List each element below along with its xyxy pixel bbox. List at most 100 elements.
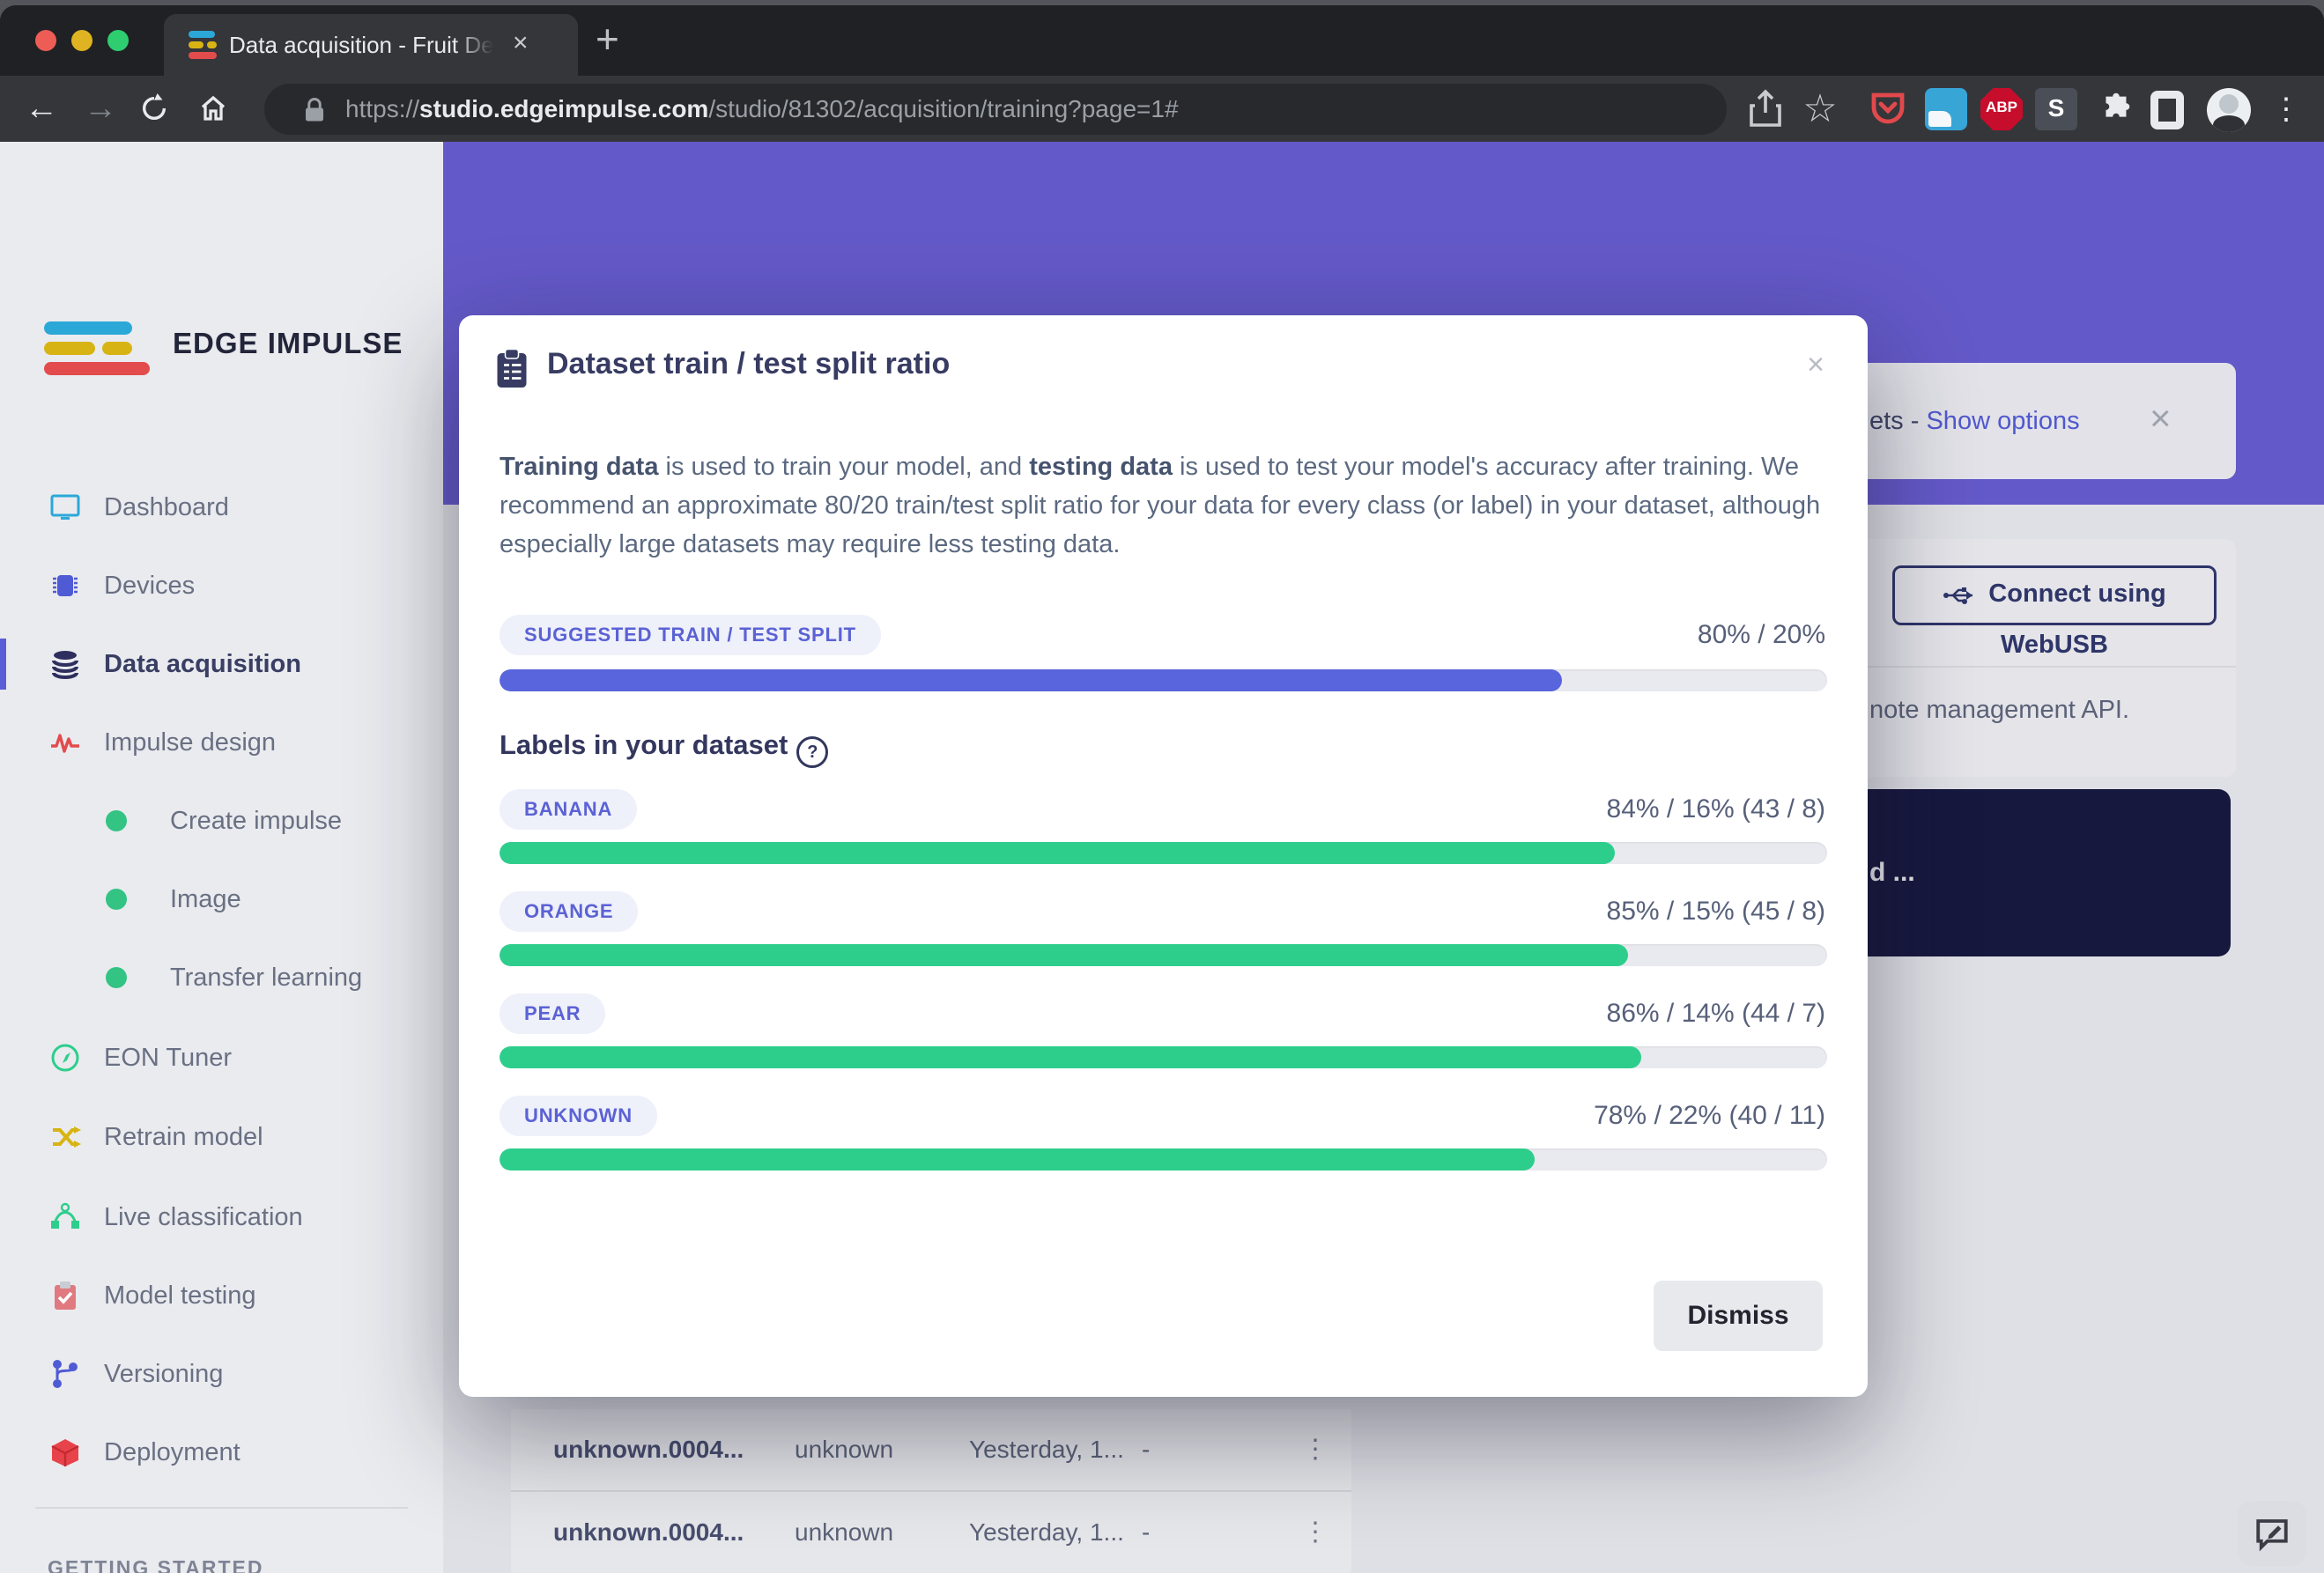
traffic-close-button[interactable]: [35, 30, 56, 51]
desc-text: is used to train your model, and: [658, 453, 1029, 481]
sidebar-item-eon-tuner[interactable]: EON Tuner: [0, 1032, 443, 1083]
sidebar-item-data-acquisition[interactable]: Data acquisition: [0, 639, 443, 690]
banner-text-fragment: ets -: [1869, 407, 1926, 435]
suggested-split-bar: [500, 669, 1827, 691]
pulse-icon: [49, 727, 81, 758]
label-fill-pear: [500, 1046, 1641, 1068]
sidebar-item-label: Devices: [104, 560, 195, 611]
sidebar-item-label: Dashboard: [104, 482, 229, 533]
label-bar-orange: [500, 944, 1827, 966]
sidebar-toggle-button[interactable]: [2150, 91, 2184, 129]
tab-close-icon[interactable]: ×: [513, 14, 529, 76]
label-value-unknown: 78% / 22% (40 / 11): [1594, 1096, 1825, 1136]
modal-title: Dataset train / test split ratio: [547, 347, 950, 381]
label-value-banana: 84% / 16% (43 / 8): [1607, 789, 1825, 830]
green-dot-icon: [106, 967, 127, 988]
s-extension-button[interactable]: S: [2035, 88, 2077, 130]
clipboard-icon: [496, 349, 528, 389]
banner-close-icon[interactable]: ×: [2150, 363, 2172, 479]
labels-heading: Labels in your dataset?: [500, 729, 828, 768]
sidebar-item-model-testing[interactable]: Model testing: [0, 1270, 443, 1321]
adblock-extension-button[interactable]: ABP: [1980, 88, 2023, 130]
sample-label: unknown: [795, 1409, 893, 1490]
table-row[interactable]: unknown.0004... unknown Yesterday, 1... …: [511, 1409, 1351, 1490]
url-bar[interactable]: https://studio.edgeimpulse.com/studio/81…: [264, 84, 1727, 135]
sample-name: unknown.0004...: [553, 1409, 744, 1490]
reload-button[interactable]: [139, 76, 169, 142]
row-menu-icon[interactable]: ⋮: [1302, 1409, 1329, 1490]
sidebar-item-devices[interactable]: Devices: [0, 560, 443, 611]
row-menu-icon[interactable]: ⋮: [1302, 1492, 1329, 1573]
profile-avatar-button[interactable]: [2207, 88, 2251, 132]
samples-table: unknown.0004... unknown Yesterday, 1... …: [511, 1409, 1351, 1573]
browser-toolbar: ← → https://studio.edgeimpulse.com/studi…: [0, 76, 2324, 142]
sidebar-item-impulse-design[interactable]: Impulse design: [0, 717, 443, 768]
home-button[interactable]: [197, 76, 229, 142]
forward-button[interactable]: →: [84, 76, 117, 142]
suggested-split-badge: SUGGESTED TRAIN / TEST SPLIT: [500, 615, 881, 655]
show-options-link[interactable]: Show options: [1926, 407, 2079, 435]
feedback-widget-button[interactable]: [2238, 1501, 2306, 1566]
extensions-button[interactable]: [2095, 88, 2137, 130]
label-badge-orange: ORANGE: [500, 891, 638, 932]
lock-icon: [303, 97, 326, 123]
bookmark-star-button[interactable]: ☆: [1799, 88, 1841, 130]
dismiss-button[interactable]: Dismiss: [1654, 1281, 1823, 1351]
browser-menu-button[interactable]: ⋮: [2265, 88, 2307, 130]
sidebar-section-getting-started: GETTING STARTED: [48, 1556, 264, 1573]
sidebar-item-label: Versioning: [104, 1348, 223, 1399]
browser-tab-bar: Data acquisition - Fruit Detecto × +: [0, 5, 2324, 76]
share-button[interactable]: [1744, 88, 1787, 130]
connect-webusb-button[interactable]: Connect using WebUSB: [1892, 565, 2217, 625]
sidebar-item-image[interactable]: Image: [0, 874, 443, 925]
label-value-pear: 86% / 14% (44 / 7): [1607, 993, 1825, 1034]
sample-date: Yesterday, 1...: [969, 1492, 1124, 1573]
label-bar-banana: [500, 842, 1827, 864]
usb-icon: [1943, 584, 1978, 607]
label-badge-banana: BANANA: [500, 789, 637, 830]
traffic-maximize-button[interactable]: [107, 30, 129, 51]
sidebar-item-deployment[interactable]: Deployment: [0, 1427, 443, 1478]
git-branch-icon: [49, 1358, 81, 1390]
sidebar-item-create-impulse[interactable]: Create impulse: [0, 795, 443, 846]
reload-icon: [139, 93, 169, 123]
label-bar-unknown: [500, 1148, 1827, 1171]
dark-panel-text: d ...: [1869, 789, 1915, 956]
home-icon: [197, 92, 229, 124]
browser-tab[interactable]: Data acquisition - Fruit Detecto ×: [164, 14, 578, 76]
blue-extension-button[interactable]: [1925, 88, 1967, 130]
edge-impulse-favicon: [189, 29, 218, 61]
table-row[interactable]: unknown.0004... unknown Yesterday, 1... …: [511, 1492, 1351, 1573]
green-dot-icon: [106, 889, 127, 910]
train-test-split-modal: Dataset train / test split ratio × Train…: [459, 315, 1868, 1397]
sidebar-item-label: Model testing: [104, 1270, 256, 1321]
bezier-icon: [49, 1201, 81, 1233]
back-button[interactable]: ←: [25, 76, 58, 142]
suggested-split-fill: [500, 669, 1562, 691]
new-tab-button[interactable]: +: [596, 5, 619, 76]
sample-name: unknown.0004...: [553, 1492, 744, 1573]
label-badge-pear: PEAR: [500, 993, 605, 1034]
sidebar-item-dashboard[interactable]: Dashboard: [0, 482, 443, 533]
sample-date: Yesterday, 1...: [969, 1409, 1124, 1490]
sidebar-item-label: Transfer learning: [170, 952, 362, 1003]
sidebar-item-transfer-learning[interactable]: Transfer learning: [0, 952, 443, 1003]
sidebar-item-live-classification[interactable]: Live classification: [0, 1192, 443, 1243]
modal-description: Training data is used to train your mode…: [500, 447, 1830, 564]
pocket-extension-button[interactable]: [1867, 88, 1909, 130]
traffic-minimize-button[interactable]: [71, 30, 93, 51]
feedback-bubble-pencil-icon: [2254, 1515, 2291, 1552]
sidebar: EDGE IMPULSE Dashboard Devices: [0, 142, 443, 1573]
pocket-icon: [1867, 88, 1909, 130]
label-value-orange: 85% / 15% (45 / 8): [1607, 891, 1825, 932]
green-dot-icon: [106, 810, 127, 831]
label-badge-unknown: UNKNOWN: [500, 1096, 657, 1136]
url-scheme: https://: [345, 95, 419, 122]
cube-icon: [49, 1436, 81, 1468]
sidebar-item-retrain-model[interactable]: Retrain model: [0, 1111, 443, 1163]
sidebar-item-versioning[interactable]: Versioning: [0, 1348, 443, 1399]
logo-text: EDGE IMPULSE: [173, 327, 403, 360]
label-fill-orange: [500, 944, 1628, 966]
modal-close-icon[interactable]: ×: [1789, 338, 1842, 391]
help-icon[interactable]: ?: [796, 736, 828, 768]
